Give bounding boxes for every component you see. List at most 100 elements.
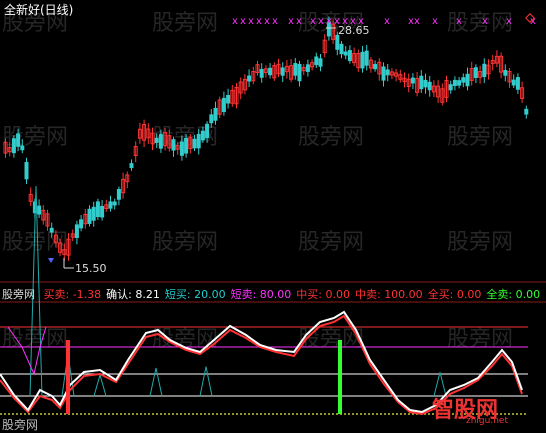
candle-body [79, 219, 84, 229]
candle-body [524, 108, 529, 115]
candle-body [305, 64, 310, 72]
indicator-item-value: 100.00 [384, 288, 423, 301]
candle-body [268, 67, 273, 76]
sell-signal-marker: x [264, 16, 270, 27]
candle-body [108, 201, 113, 209]
candle-body [24, 161, 29, 180]
watermark-text: 股旁网 [447, 230, 513, 255]
indicator-item-value: 0.00 [515, 288, 541, 301]
sell-signal-marker: x [482, 16, 488, 27]
indicator-item-value: 80.00 [259, 288, 292, 301]
candle-body [511, 79, 516, 86]
watermark-text: 股旁网 [447, 125, 513, 150]
candle-body [95, 201, 100, 218]
candle-body [200, 130, 205, 141]
high-price-label: 28.65 [338, 24, 370, 37]
indicator-item-value: 8.21 [135, 288, 160, 301]
candle-body [213, 107, 218, 121]
candle-body [423, 79, 428, 88]
indicator-item-value: -1.38 [72, 288, 102, 301]
candle-body [158, 134, 163, 149]
indicator-item: 全买: 0.00 [427, 288, 482, 301]
sell-signal-marker: x [240, 16, 246, 27]
candle-body [16, 133, 21, 147]
low-price-label: 15.50 [75, 262, 107, 275]
candle-body [314, 56, 319, 66]
candle-body [381, 66, 386, 81]
watermark-text: 股旁网 [2, 327, 68, 352]
chart-canvas: 股旁网 股旁网 股旁网 股旁网股旁网 股旁网 股旁网 股旁网股旁网 股旁网 股旁网 股旁网股旁网股… [0, 0, 546, 430]
candle-body [360, 51, 365, 69]
candle-body [503, 70, 508, 76]
sell-signal-marker: x [256, 16, 262, 27]
indicator-item: 买卖: -1.38 [43, 288, 102, 301]
candle-body [116, 189, 121, 200]
sell-signal-marker: x [272, 16, 278, 27]
indicator-item: 中卖: 100.00 [354, 288, 423, 301]
watermark-text: 股旁网 [298, 125, 364, 150]
candle-body [385, 69, 390, 76]
candle-body [515, 77, 520, 90]
indicator-item: 确认: 8.21 [106, 288, 160, 301]
candle-body [482, 63, 487, 77]
indicator-item-value: 20.00 [194, 288, 226, 301]
candle-body [154, 137, 159, 143]
candle-body [209, 114, 214, 124]
candle-body [297, 63, 302, 82]
sell-signal-marker: x [248, 16, 254, 27]
candle-body [318, 58, 323, 67]
sell-signal-marker: x [326, 16, 332, 27]
watermark-text: 股旁网 [447, 327, 513, 352]
candle-body [221, 97, 226, 113]
candle-body [100, 205, 105, 218]
sell-signal-marker: x [414, 16, 420, 27]
candle-body [448, 84, 453, 91]
sell-signal-marker: x [384, 16, 390, 27]
candle-body [419, 75, 424, 90]
candle-body [129, 163, 134, 169]
candle-body [364, 50, 369, 66]
sell-signal-marker: x [506, 16, 512, 27]
candle-body [259, 68, 264, 78]
sell-signal-marker: x [296, 16, 302, 27]
candle-body [347, 50, 352, 61]
candle-body [247, 75, 252, 82]
candle-body [49, 227, 54, 233]
candle-body [427, 81, 432, 91]
candle-body [184, 137, 189, 154]
candle-body [20, 145, 25, 151]
candle-body [196, 133, 201, 149]
site-logo-url: zhigu.net [466, 416, 508, 426]
candle-body [465, 73, 470, 87]
sell-signal-marker: x [456, 16, 462, 27]
candle-body [171, 139, 176, 151]
candle-body [373, 63, 378, 70]
sell-signal-marker: x [232, 16, 238, 27]
candle-body [280, 67, 285, 76]
sell-signal-marker: x [310, 16, 316, 27]
candle-body [461, 77, 466, 83]
candle-body [205, 123, 210, 139]
indicator-item-value: 0.00 [325, 288, 350, 301]
indicator-item: 短卖: 80.00 [230, 288, 292, 301]
candle-body [37, 205, 42, 215]
candle-body [473, 67, 478, 78]
candle-body [11, 138, 16, 154]
candle-body [293, 63, 298, 76]
watermark-text: 股旁网 [298, 230, 364, 255]
sell-signal-marker: x [432, 16, 438, 27]
indicator-legend: 股旁网 买卖: -1.38 确认: 8.21 短买: 20.00 短卖: 80.00 中… [2, 286, 546, 301]
indicator-item-value: 0.00 [456, 288, 482, 301]
candle-body [410, 77, 415, 84]
candle-body [74, 224, 79, 238]
watermark-text: 股旁网 [152, 11, 218, 36]
candle-body [179, 141, 184, 156]
indicator-footer-label: 股旁网 [2, 418, 39, 432]
candle-body [452, 79, 457, 86]
sell-signal-marker: x [288, 16, 294, 27]
indicator-item: 中买: 0.00 [296, 288, 350, 301]
candle-body [335, 34, 340, 50]
candle-body [343, 51, 348, 56]
candle-body [457, 80, 462, 86]
candle-body [91, 206, 96, 221]
